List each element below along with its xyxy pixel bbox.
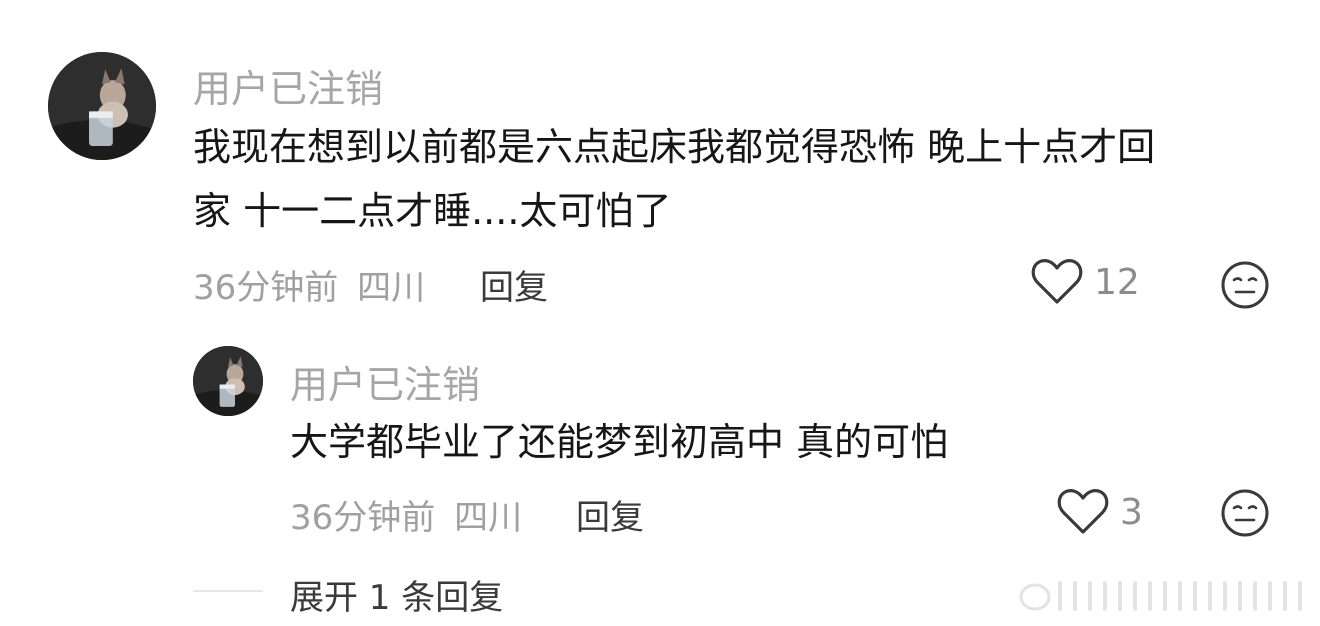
reply-meta: 36分钟前 四川: [290, 490, 522, 539]
watermark: [1015, 575, 1310, 615]
comment-text-line-2: 家 十一二点才睡....太可怕了: [193, 189, 672, 233]
comment-like-count: 12: [1094, 261, 1140, 303]
reply-dislike-button[interactable]: [1220, 488, 1270, 542]
comment-dislike-button[interactable]: [1220, 260, 1270, 314]
expand-divider: [193, 590, 263, 592]
meh-face-icon: [1221, 489, 1269, 537]
reply-reply-button[interactable]: 回复: [576, 490, 644, 539]
comment-time: 36分钟前: [193, 268, 339, 308]
reply-like-button[interactable]: 3: [1056, 488, 1143, 536]
watermark-glyphs: [1019, 581, 1302, 611]
reply-time: 36分钟前: [290, 498, 436, 538]
comment-meta: 36分钟前 四川: [193, 260, 425, 309]
comment-text-line-1: 我现在想到以前都是六点起床我都觉得恐怖 晚上十点才回: [193, 125, 1156, 169]
reply-location: 四川: [454, 498, 523, 538]
heart-outline-icon: [1031, 259, 1083, 304]
cat-avatar-image: [48, 52, 156, 160]
comment-username[interactable]: 用户已注销: [193, 58, 383, 113]
comment-like-button[interactable]: 12: [1030, 258, 1140, 306]
cat-avatar-image: [193, 346, 263, 416]
avatar[interactable]: [48, 52, 156, 160]
reply-like-count: 3: [1120, 491, 1143, 533]
meh-face-icon: [1221, 261, 1269, 309]
comment-text: 我现在想到以前都是六点起床我都觉得恐怖 晚上十点才回 家 十一二点才睡....太…: [193, 115, 1273, 243]
reply-text: 大学都毕业了还能梦到初高中 真的可怕: [290, 420, 949, 464]
expand-replies-button[interactable]: 展开 1 条回复: [290, 570, 503, 619]
reply-avatar[interactable]: [193, 346, 263, 416]
comment-location: 四川: [357, 268, 426, 308]
reply-username[interactable]: 用户已注销: [290, 354, 480, 409]
heart-outline-icon: [1057, 489, 1109, 534]
comment-reply-button[interactable]: 回复: [480, 260, 548, 309]
